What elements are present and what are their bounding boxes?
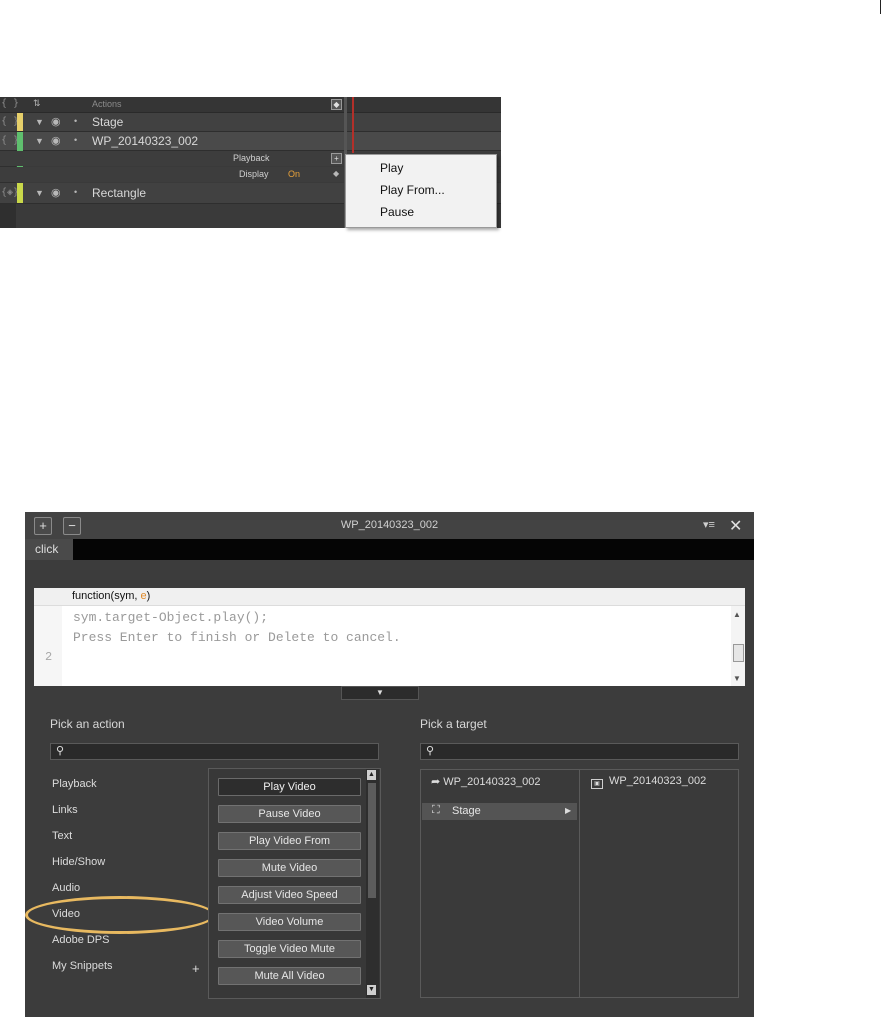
code-line-2[interactable]: Press Enter to finish or Delete to cance… — [73, 630, 401, 645]
category-my-snippets[interactable]: My Snippets — [52, 960, 113, 972]
scroll-thumb[interactable] — [733, 644, 744, 662]
rectangle-name: Rectangle — [92, 186, 147, 200]
eye-icon[interactable]: ◉ — [51, 186, 61, 199]
target-item-stage[interactable]: ⛶ Stage ▶ — [422, 803, 577, 820]
stage-icon: ⛶ — [432, 804, 440, 816]
code-signature-bar: function(sym, e) — [34, 588, 745, 606]
lock-dot-icon[interactable]: • — [74, 116, 77, 126]
scroll-up-icon[interactable]: ▲ — [367, 770, 376, 780]
search-icon: ⚲ — [426, 745, 435, 757]
eye-icon[interactable]: ◉ — [51, 134, 61, 147]
action-mute-all-video[interactable]: Mute All Video — [218, 967, 361, 985]
menu-item-play-from[interactable]: Play From... — [380, 183, 445, 197]
action-adjust-video-speed[interactable]: Adjust Video Speed — [218, 886, 361, 904]
stage-name: Stage — [92, 115, 124, 129]
wp-name: WP_20140323_002 — [92, 134, 199, 148]
category-hide-show[interactable]: Hide/Show — [52, 856, 105, 868]
rectangle-color-swatch — [17, 183, 23, 203]
category-playback[interactable]: Playback — [52, 778, 97, 790]
action-toggle-video-mute[interactable]: Toggle Video Mute — [218, 940, 361, 958]
expand-all-icon[interactable]: ⇅ — [33, 98, 41, 109]
video-highlight-ring — [25, 896, 215, 934]
scroll-down-icon[interactable]: ▼ — [367, 985, 376, 995]
add-snippet-icon[interactable]: + — [192, 961, 200, 976]
close-icon[interactable]: ✕ — [729, 516, 742, 536]
target-search-input[interactable]: ⚲ — [420, 743, 739, 760]
keyframe-diamond-icon[interactable]: ◆ — [333, 169, 339, 178]
tab-click[interactable]: click — [25, 539, 73, 560]
lock-dot-icon[interactable]: • — [74, 187, 77, 197]
line-number: 2 — [45, 650, 53, 664]
actions-label: Actions — [92, 99, 122, 109]
timeline-row-wp[interactable]: { } ▼ ◉ • WP_20140323_002 — [0, 132, 501, 182]
action-search-input[interactable]: ⚲ — [50, 743, 379, 760]
code-editor[interactable]: function(sym, e) sym.target-Object.play(… — [34, 588, 745, 686]
scroll-thumb[interactable] — [368, 783, 376, 898]
disclosure-triangle-icon[interactable]: ▼ — [35, 117, 44, 127]
action-mute-video[interactable]: Mute Video — [218, 859, 361, 877]
category-audio[interactable]: Audio — [52, 882, 80, 894]
disclosure-triangle-icon[interactable]: ▼ — [35, 136, 44, 146]
panel-menu-icon[interactable]: ▾≡ — [703, 518, 715, 531]
actions-dialog: + − WP_20140323_002 ▾≡ ✕ click function(… — [25, 512, 754, 1017]
action-list: Play Video Pause Video Play Video From M… — [208, 768, 381, 999]
playhead[interactable] — [352, 97, 354, 153]
add-playback-action-icon[interactable]: + — [331, 153, 342, 164]
video-icon: ▣ — [591, 779, 603, 789]
pick-target-title: Pick a target — [420, 717, 487, 731]
chevron-right-icon: ▶ — [565, 806, 572, 815]
playback-label: Playback — [233, 153, 270, 163]
target-child-wp[interactable]: ▣ WP_20140323_002 — [591, 775, 706, 789]
function-signature: function(sym, e) — [72, 590, 151, 602]
category-adobe-dps[interactable]: Adobe DPS — [52, 934, 109, 946]
braces-icon[interactable]: { } — [1, 98, 19, 109]
category-links[interactable]: Links — [52, 804, 78, 816]
dialog-title: WP_20140323_002 — [340, 519, 439, 531]
stage-label: Stage — [452, 805, 481, 817]
scroll-up-icon[interactable]: ▲ — [733, 610, 741, 619]
code-scrollbar[interactable]: ▲ ▼ — [731, 606, 745, 686]
action-play-video[interactable]: Play Video — [218, 778, 361, 796]
search-icon: ⚲ — [56, 745, 65, 757]
eye-icon[interactable]: ◉ — [51, 115, 61, 128]
code-line-1[interactable]: sym.target-Object.play(); — [73, 610, 268, 625]
timeline-row-stage[interactable]: { } ▼ ◉ • Stage — [0, 113, 501, 132]
menu-item-pause[interactable]: Pause — [380, 205, 414, 219]
category-text[interactable]: Text — [52, 830, 72, 842]
code-gutter — [34, 606, 62, 686]
playback-context-menu: Play Play From... Pause — [345, 154, 497, 228]
pick-action-title: Pick an action — [50, 717, 125, 731]
menu-item-play[interactable]: Play — [380, 161, 403, 175]
scroll-down-icon[interactable]: ▼ — [733, 674, 741, 683]
lock-dot-icon[interactable]: • — [74, 135, 77, 145]
add-action-icon[interactable]: ◆ — [331, 99, 342, 110]
target-browser: ➦ WP_20140323_002 ⛶ Stage ▶ ▣ WP_20140323… — [420, 769, 739, 998]
display-label: Display — [239, 169, 269, 179]
target-item-wp[interactable]: ➦ WP_20140323_002 — [431, 775, 541, 788]
stage-color-swatch — [17, 113, 23, 131]
dialog-titlebar: + − WP_20140323_002 ▾≡ ✕ — [25, 512, 754, 539]
column-divider — [579, 770, 580, 997]
action-video-volume[interactable]: Video Volume — [218, 913, 361, 931]
disclosure-triangle-icon[interactable]: ▼ — [35, 188, 44, 198]
display-value[interactable]: On — [288, 169, 300, 179]
timeline-row-actions[interactable]: { } ⇅ Actions ◆ — [0, 97, 501, 113]
arrow-icon: ➦ — [431, 776, 444, 788]
event-tabbar: click — [25, 539, 754, 560]
collapse-code-toggle[interactable]: ▼ — [341, 686, 419, 700]
action-play-video-from[interactable]: Play Video From — [218, 832, 361, 850]
action-pause-video[interactable]: Pause Video — [218, 805, 361, 823]
action-list-scrollbar[interactable]: ▲ ▼ — [366, 769, 379, 998]
page-corner-mark — [880, 0, 881, 14]
